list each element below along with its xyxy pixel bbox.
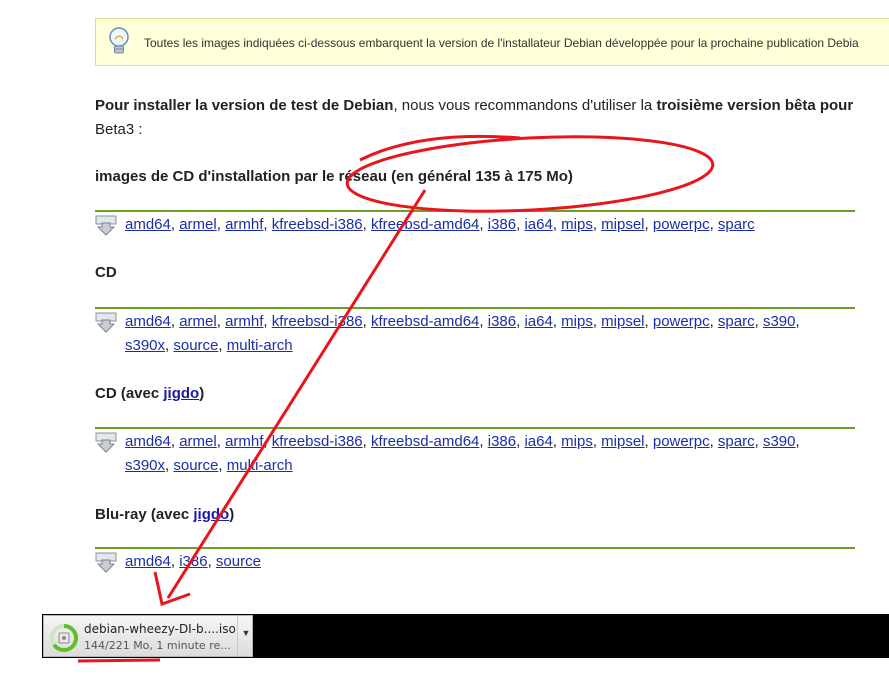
annotation-arrow-line: [166, 189, 427, 599]
annotation-underline: [77, 658, 161, 663]
annotation-ellipse: [345, 135, 715, 213]
red-annotation-overlay: [77, 134, 715, 663]
annotation-arrowhead: [153, 571, 191, 606]
